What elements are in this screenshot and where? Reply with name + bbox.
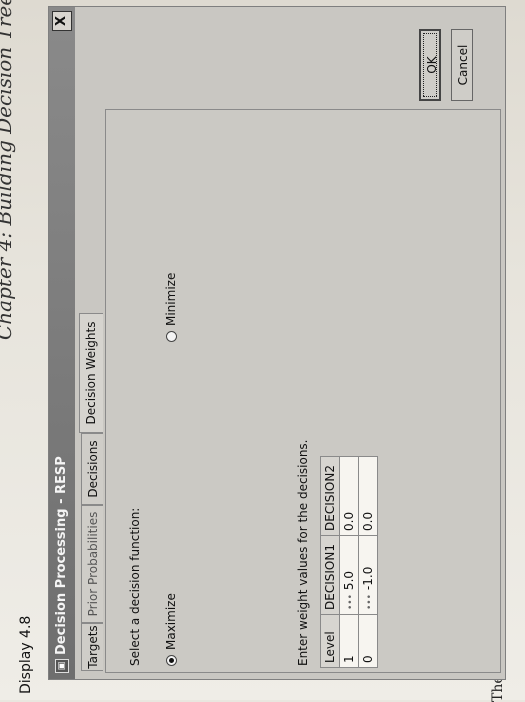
table-row: 1 ••• 5.0 0.0 (339, 456, 359, 668)
ok-button[interactable]: OK (419, 29, 441, 101)
table-header-row: Level DECISION1 DECISION2 (320, 456, 340, 668)
display-label: Display 4.8 (18, 615, 34, 694)
table-row: 0 ••• -1.0 0.0 (358, 456, 378, 668)
decision2-cell[interactable]: 0.0 (339, 456, 359, 536)
decision1-value[interactable]: 5.0 (342, 571, 356, 590)
select-function-prompt: Select a decision function: (128, 507, 142, 666)
tab-prior-probabilities[interactable]: Prior Probabilities (81, 505, 103, 623)
minimize-radio[interactable] (166, 331, 177, 342)
photographed-page: Chapter 4: Building Decision Tree Models… (0, 0, 525, 702)
app-icon: ▣ (55, 659, 69, 673)
weights-prompt: Enter weight values for the decisions. (296, 439, 310, 667)
column-header-decision2: DECISION2 (320, 456, 340, 536)
decision1-cell[interactable]: ••• -1.0 (358, 535, 378, 615)
maximize-label[interactable]: Maximize (164, 593, 178, 650)
title-bar[interactable]: ▣ Decision Processing - RESP X (49, 7, 75, 679)
decision-processing-dialog: ▣ Decision Processing - RESP X Targets P… (48, 6, 506, 680)
level-cell: 1 (339, 614, 359, 668)
decision2-cell[interactable]: 0.0 (358, 456, 378, 536)
ellipsis-icon[interactable]: ••• (346, 594, 356, 610)
minimize-label[interactable]: Minimize (164, 273, 178, 326)
maximize-radio[interactable] (166, 655, 177, 666)
close-button[interactable]: X (52, 11, 72, 31)
ellipsis-icon[interactable]: ••• (365, 594, 375, 610)
chapter-header: Chapter 4: Building Decision Tree Models… (0, 0, 16, 340)
tab-targets[interactable]: Targets (81, 623, 103, 671)
dialog-title: Decision Processing - RESP (54, 456, 69, 655)
tab-decisions[interactable]: Decisions (81, 433, 103, 505)
tab-decision-weights[interactable]: Decision Weights (79, 313, 103, 433)
cancel-button[interactable]: Cancel (451, 29, 473, 101)
column-header-level: Level (320, 614, 340, 668)
decision1-value[interactable]: -1.0 (361, 567, 375, 590)
decision-weights-table: Level DECISION1 DECISION2 1 ••• 5.0 0.0 0… (320, 456, 378, 668)
decision1-cell[interactable]: ••• 5.0 (339, 535, 359, 615)
column-header-decision1: DECISION1 (320, 535, 340, 615)
decision-weights-panel: Select a decision function: Maximize Min… (105, 109, 501, 673)
level-cell: 0 (358, 614, 378, 668)
button-area: OK Cancel (105, 15, 499, 107)
